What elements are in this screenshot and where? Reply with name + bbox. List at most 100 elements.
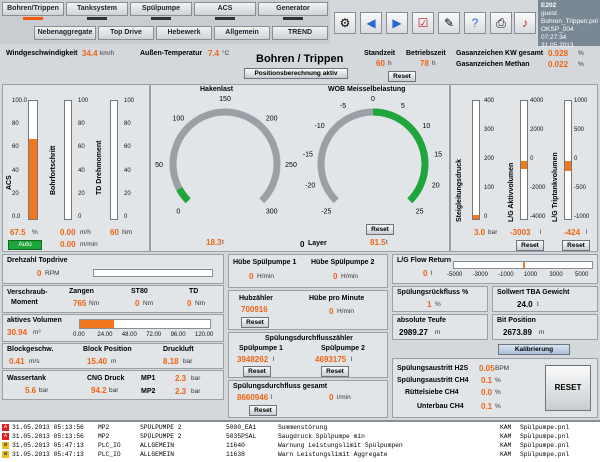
alarm-user: KAM	[500, 451, 512, 458]
alarm-row[interactable]: W 31.05.2013 05:47:13 PLC_IO ALLGEMEIN 11638…	[0, 451, 600, 459]
scale-tick: 100	[78, 98, 89, 104]
settings-icon[interactable]: ⚙	[334, 12, 356, 34]
acs-label: ACS	[6, 175, 13, 190]
mp1-unit: bar	[191, 375, 201, 382]
scale-tick: 40	[78, 167, 85, 174]
scale-tick: 0	[124, 214, 128, 220]
spuel-gesamt-reset-button[interactable]: Reset	[249, 405, 277, 416]
tools-icon[interactable]: ✎	[438, 12, 460, 34]
help-icon[interactable]: ?	[464, 12, 486, 34]
alarm-bell-icon[interactable]: ♪	[514, 12, 536, 34]
acs-auto-button[interactable]: Auto	[8, 240, 42, 250]
lg-trip-reset-button[interactable]: Reset	[562, 240, 590, 251]
nav-bohren-trippen[interactable]: Bohren/Trippen	[2, 2, 64, 20]
temp-value: 7.4	[208, 49, 220, 58]
nav-allgemein[interactable]: Allgemein	[214, 26, 270, 40]
h2s-unit: BPM	[495, 365, 510, 372]
hakenlast-tick-label: 50	[155, 162, 163, 169]
scale-tick: 96.00	[170, 332, 186, 338]
lg-trip-bar	[564, 100, 572, 220]
nav-label: TREND	[287, 29, 313, 36]
gas-kw-unit: %	[578, 50, 584, 57]
wob-reset-button[interactable]: Reset	[366, 224, 394, 235]
lg-flow-bar	[453, 261, 593, 269]
alarm-file: Spülpumpe.pnl	[520, 451, 570, 458]
lg-aktiv-reset-button[interactable]: Reset	[516, 240, 544, 251]
mp2-unit: bar	[191, 388, 201, 395]
station-id: E202	[541, 2, 557, 9]
aktives-volumen-bar	[79, 319, 211, 329]
nav-label: ACS	[217, 5, 233, 12]
positionsberechnung-button[interactable]: Positionsberechnung aktiv	[244, 68, 348, 79]
scale-tick: 20	[78, 190, 85, 197]
spuelzaehler-p1-label: Spülpumpe 1	[239, 345, 283, 352]
zeit-reset-button[interactable]: Reset	[388, 71, 416, 82]
verschraub-panel: Verschraub- Moment Zangen 765 Nm ST80 0 …	[2, 285, 224, 313]
alarm-row[interactable]: A 31.05.2013 05:13:56 MP2 SPÜLPUMPE 2 5035PS…	[0, 433, 600, 441]
spuelzaehler-p2-value: 4693175	[315, 355, 347, 364]
aktives-volumen-value: 30.94	[7, 328, 28, 337]
alarm-code: PLC_IO	[98, 451, 121, 458]
nav-nebenaggregate[interactable]: Nebenaggregate	[34, 26, 96, 40]
nav-tanksystem[interactable]: Tanksystem	[66, 2, 128, 20]
screen: Bohren/Trippen Tanksystem Spülpumpe ACS …	[0, 0, 600, 462]
steigleitungsdruck-label: Steigleitungsdruck	[456, 158, 463, 222]
austritt-reset-button[interactable]: RESET	[545, 365, 591, 411]
lg-trip-bar-fill	[565, 161, 571, 171]
nav-trend[interactable]: TREND	[272, 26, 328, 40]
standzeit-unit: h	[388, 60, 392, 67]
back-arrow-icon[interactable]: ◀	[360, 12, 382, 34]
lg-flow-label: L/G Flow Return	[397, 257, 452, 264]
gas-kw-value: 0.928	[548, 49, 569, 58]
cng-value: 94.2	[91, 386, 107, 395]
td-moment-value: 0	[187, 299, 192, 308]
verschraub-label-1: Verschraub-	[7, 289, 48, 296]
blockgeschw-unit: m/s	[29, 358, 40, 365]
alarm-id: 11638	[226, 451, 245, 458]
wind-label: Windgeschwindigkeit	[6, 50, 78, 57]
alarm-group: ALLGEMEIN	[140, 442, 175, 449]
lg-flow-unit: l	[431, 270, 433, 277]
scale-tick: 80	[124, 121, 131, 128]
alarm-date: 31.05.2013 05:13:56	[12, 424, 84, 431]
aktives-volumen-label: aktives Volumen	[7, 317, 62, 324]
gas-methan-value: 0.022	[548, 60, 569, 69]
lg-aktivvolumen-label: L/G Aktivvolumen	[508, 162, 515, 222]
printer-icon[interactable]: ⎙	[490, 12, 512, 34]
wind-unit: km/h	[100, 50, 115, 57]
nav-hebewerk[interactable]: Hebewerk	[156, 26, 212, 40]
bohrfortschritt-bar	[64, 100, 72, 220]
hubzahler-value: 700916	[241, 305, 268, 314]
nav-generator[interactable]: Generator	[258, 2, 328, 20]
alarm-text: Warnung Leistungslimit Spülpumpen	[278, 442, 403, 449]
nav-acs[interactable]: ACS	[194, 2, 256, 20]
block-panel: Blockgeschw. 0.41 m/s Block Position 15.…	[2, 343, 224, 369]
lg-trip-unit: l	[586, 229, 588, 236]
alarm-row[interactable]: W 31.05.2013 05:47:13 PLC_IO ALLGEMEIN 11640…	[0, 442, 600, 450]
forward-arrow-icon[interactable]: ▶	[386, 12, 408, 34]
standzeit-value: 60	[376, 59, 385, 68]
wind-value: 34.4	[82, 49, 98, 58]
teufe-value: 2989.27	[399, 328, 428, 337]
wob-tick-label: 10	[422, 123, 430, 130]
spuelzaehler-p2-reset-button[interactable]: Reset	[321, 366, 349, 377]
alarm-date: 31.05.2013 05:13:56	[12, 433, 84, 440]
alarm-text: Warn Leistungslimit Aggregate	[278, 451, 388, 458]
alarm-row[interactable]: A 31.05.2013 05:13:56 MP2 SPÜLPUMPE 2 5000_E…	[0, 424, 600, 432]
td-unit: Nm	[122, 229, 133, 236]
checklist-icon[interactable]: ☑	[412, 12, 434, 34]
sollwert-label: Sollwert TBA Gewicht	[497, 289, 570, 296]
clock: 07:27:34 31.05.2013	[541, 34, 574, 49]
bitpos-value: 2673.89	[503, 328, 532, 337]
spuel-gesamt-unit: l	[271, 394, 273, 401]
scale-tick: -3000	[472, 272, 488, 278]
scale-tick: 200	[484, 156, 495, 162]
hubzahler-reset-button[interactable]: Reset	[241, 317, 269, 328]
ruettelsiebe-unit: %	[495, 389, 501, 396]
kalibrierung-button[interactable]: Kalibrierung	[498, 344, 570, 355]
nav-spuelpumpe[interactable]: Spülpumpe	[130, 2, 192, 20]
nav-top-drive[interactable]: Top Drive	[98, 26, 154, 40]
scale-tick: 0.00	[73, 332, 85, 338]
spuelzaehler-p1-reset-button[interactable]: Reset	[243, 366, 271, 377]
nav-label: Hebewerk	[167, 29, 201, 36]
